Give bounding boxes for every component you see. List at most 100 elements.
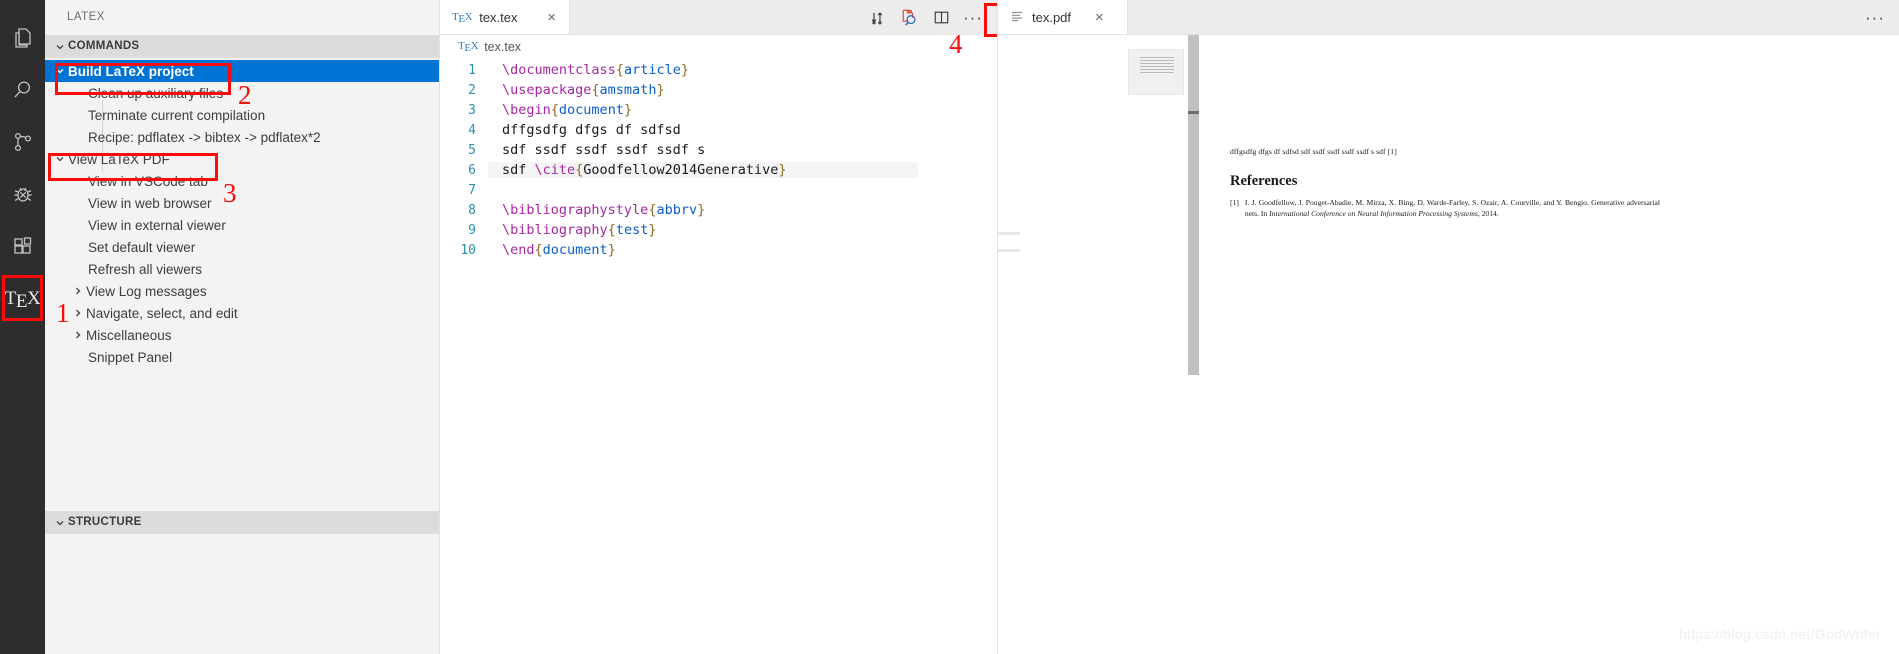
chevron-down-icon	[52, 66, 68, 76]
code-text: sdf ssdf ssdf ssdf ssdf s	[488, 142, 918, 158]
close-icon[interactable]: ×	[1079, 10, 1104, 25]
line-number: 4	[468, 122, 476, 138]
breadcrumb[interactable]: TEX tex.tex	[440, 35, 997, 58]
tab-tex-pdf[interactable]: tex.pdf ×	[998, 0, 1128, 34]
pdf-thumbnail-lines	[1140, 57, 1174, 75]
tree-item-view-latex-pdf[interactable]: View LaTeX PDF	[45, 148, 439, 170]
editor-group: TEX tex.tex × ··· TEX tex.tex 1 \documen…	[440, 0, 1022, 654]
code-token: }	[648, 222, 657, 238]
tree-item-label: Snippet Panel	[88, 349, 173, 365]
code-line[interactable]: 10 \end{document}	[440, 240, 997, 260]
section-header-commands[interactable]: COMMANDS	[45, 35, 439, 58]
activity-bar: TEX	[0, 0, 45, 654]
close-icon[interactable]: ×	[544, 10, 559, 25]
ellipsis-icon: ···	[963, 7, 983, 27]
tree-item-label: View in VSCode tab	[88, 173, 208, 189]
bib-authors: I. J. Goodfellow, J. Pouget-Abadie, M. M…	[1244, 198, 1589, 208]
tree-item-set-default-viewer[interactable]: Set default viewer	[45, 236, 439, 258]
editor-tab-bar: TEX tex.tex × ···	[440, 0, 1022, 37]
tree-item-label: Recipe: pdflatex -> bibtex -> pdflatex*2	[88, 129, 321, 145]
tree-item-recipe-pdflatex[interactable]: Recipe: pdflatex -> bibtex -> pdflatex*2	[45, 126, 439, 148]
pdf-scrollbar[interactable]	[1188, 35, 1199, 654]
tree-item-terminate-current-compilation[interactable]: Terminate current compilation	[45, 104, 439, 126]
code-token: dffgsdfg dfgs df sdfsd	[502, 122, 681, 138]
tex-file-icon: TEX	[458, 40, 479, 54]
tree-item-build-latex-project[interactable]: Build LaTeX project	[45, 60, 439, 82]
split-editor-button[interactable]	[927, 3, 955, 31]
tab-tex-tex[interactable]: TEX tex.tex ×	[440, 0, 570, 34]
line-number: 6	[468, 162, 476, 178]
code-token: document	[542, 242, 608, 258]
code-line[interactable]: 4 dffgsdfg dfgs df sdfsd	[440, 120, 997, 140]
chevron-right-icon	[70, 308, 86, 318]
code-text: \begin{document}	[488, 102, 918, 118]
line-number: 9	[468, 222, 476, 238]
watermark: https://blog.csdn.net/GodWriter	[1678, 626, 1881, 642]
tree-item-view-in-external-viewer[interactable]: View in external viewer	[45, 214, 439, 236]
code-token: {	[607, 222, 616, 238]
code-editor[interactable]: 1 \documentclass{article} 2 \usepackage{ams…	[440, 58, 997, 654]
tree-item-refresh-all-viewers[interactable]: Refresh all viewers	[45, 258, 439, 280]
code-line[interactable]: 3 \begin{document}	[440, 100, 997, 120]
bib-number: [1]	[1230, 198, 1239, 208]
code-token: document	[558, 102, 624, 118]
tree-item-label: View Log messages	[86, 283, 207, 299]
vscode-window: TEX LATEX COMMANDS Build LaTeX project C…	[0, 0, 1899, 654]
code-line[interactable]: 2 \usepackage{amsmath}	[440, 80, 997, 100]
source-control-icon[interactable]	[0, 116, 45, 168]
view-latex-pdf-button[interactable]	[895, 3, 923, 31]
more-actions-button[interactable]: ···	[959, 3, 987, 31]
code-token: {	[550, 102, 559, 118]
tree-item-view-in-vscode-tab[interactable]: View in VSCode tab	[45, 170, 439, 192]
code-token: \cite	[534, 162, 576, 178]
code-token: \usepackage	[502, 82, 592, 98]
pdf-scrollbar-thumb[interactable]	[1188, 35, 1199, 375]
pdf-scrollbar-tick	[1188, 111, 1199, 114]
code-line[interactable]: 9 \bibliography{test}	[440, 220, 997, 240]
latex-workshop-icon[interactable]: TEX	[0, 272, 45, 324]
editor-toolbar: ···	[863, 0, 1022, 37]
tree-item-view-log-messages[interactable]: View Log messages	[45, 280, 439, 302]
line-number: 7	[468, 182, 476, 198]
pdf-preview-pane: tex.pdf × ··· dffgsdfg dfgs df sdfsd sdf…	[997, 0, 1899, 654]
build-latex-project-button[interactable]	[863, 3, 891, 31]
tree-item-miscellaneous[interactable]: Miscellaneous	[45, 324, 439, 346]
code-line[interactable]: 7	[440, 180, 997, 200]
code-token: abbrv	[656, 202, 698, 218]
ellipsis-icon: ···	[1865, 7, 1885, 27]
bib-venue-prefix: In	[1260, 209, 1268, 219]
tree-item-label: Refresh all viewers	[88, 261, 203, 277]
code-token: amsmath	[599, 82, 657, 98]
section-header-structure[interactable]: STRUCTURE	[45, 511, 439, 534]
code-token: \bibliography	[502, 222, 608, 238]
pdf-viewer[interactable]: dffgsdfg dfgs df sdfsd sdf ssdf ssdf ssd…	[998, 35, 1899, 654]
tab-label: tex.pdf	[1032, 9, 1072, 25]
code-line[interactable]: 5 sdf ssdf ssdf ssdf ssdf s	[440, 140, 997, 160]
code-token: }	[697, 202, 706, 218]
tree-item-clean-up-auxiliary-files[interactable]: Clean up auxiliary files	[45, 82, 439, 104]
section-label: COMMANDS	[68, 40, 140, 52]
tree-item-label: View LaTeX PDF	[68, 151, 170, 167]
search-icon[interactable]	[0, 64, 45, 116]
pdf-more-actions-button[interactable]: ···	[1865, 0, 1899, 34]
line-number: 10	[460, 242, 476, 258]
pdf-bibliography-entry: [1] I. J. Goodfellow, J. Pouget-Abadie, …	[1230, 197, 1660, 219]
extensions-icon[interactable]	[0, 220, 45, 272]
debug-icon[interactable]	[0, 168, 45, 220]
code-token: }	[778, 162, 787, 178]
code-token: \bibliographystyle	[502, 202, 649, 218]
explorer-icon[interactable]	[0, 12, 45, 64]
line-number: 1	[468, 62, 476, 78]
tree-item-label: Clean up auxiliary files	[88, 85, 224, 101]
code-token: }	[656, 82, 665, 98]
code-line[interactable]: 8 \bibliographystyle{abbrv}	[440, 200, 997, 220]
pdf-edge-mark	[998, 232, 1020, 235]
tree-item-snippet-panel[interactable]: Snippet Panel	[45, 346, 439, 368]
chevron-right-icon	[70, 286, 86, 296]
tree-item-navigate-select-edit[interactable]: Navigate, select, and edit	[45, 302, 439, 324]
code-line[interactable]: 6 sdf \cite{Goodfellow2014Generative}	[440, 160, 997, 180]
tree-item-view-in-web-browser[interactable]: View in web browser	[45, 192, 439, 214]
breadcrumb-label: tex.tex	[484, 39, 522, 54]
code-text: \bibliography{test}	[488, 222, 918, 238]
code-line[interactable]: 1 \documentclass{article}	[440, 60, 997, 80]
